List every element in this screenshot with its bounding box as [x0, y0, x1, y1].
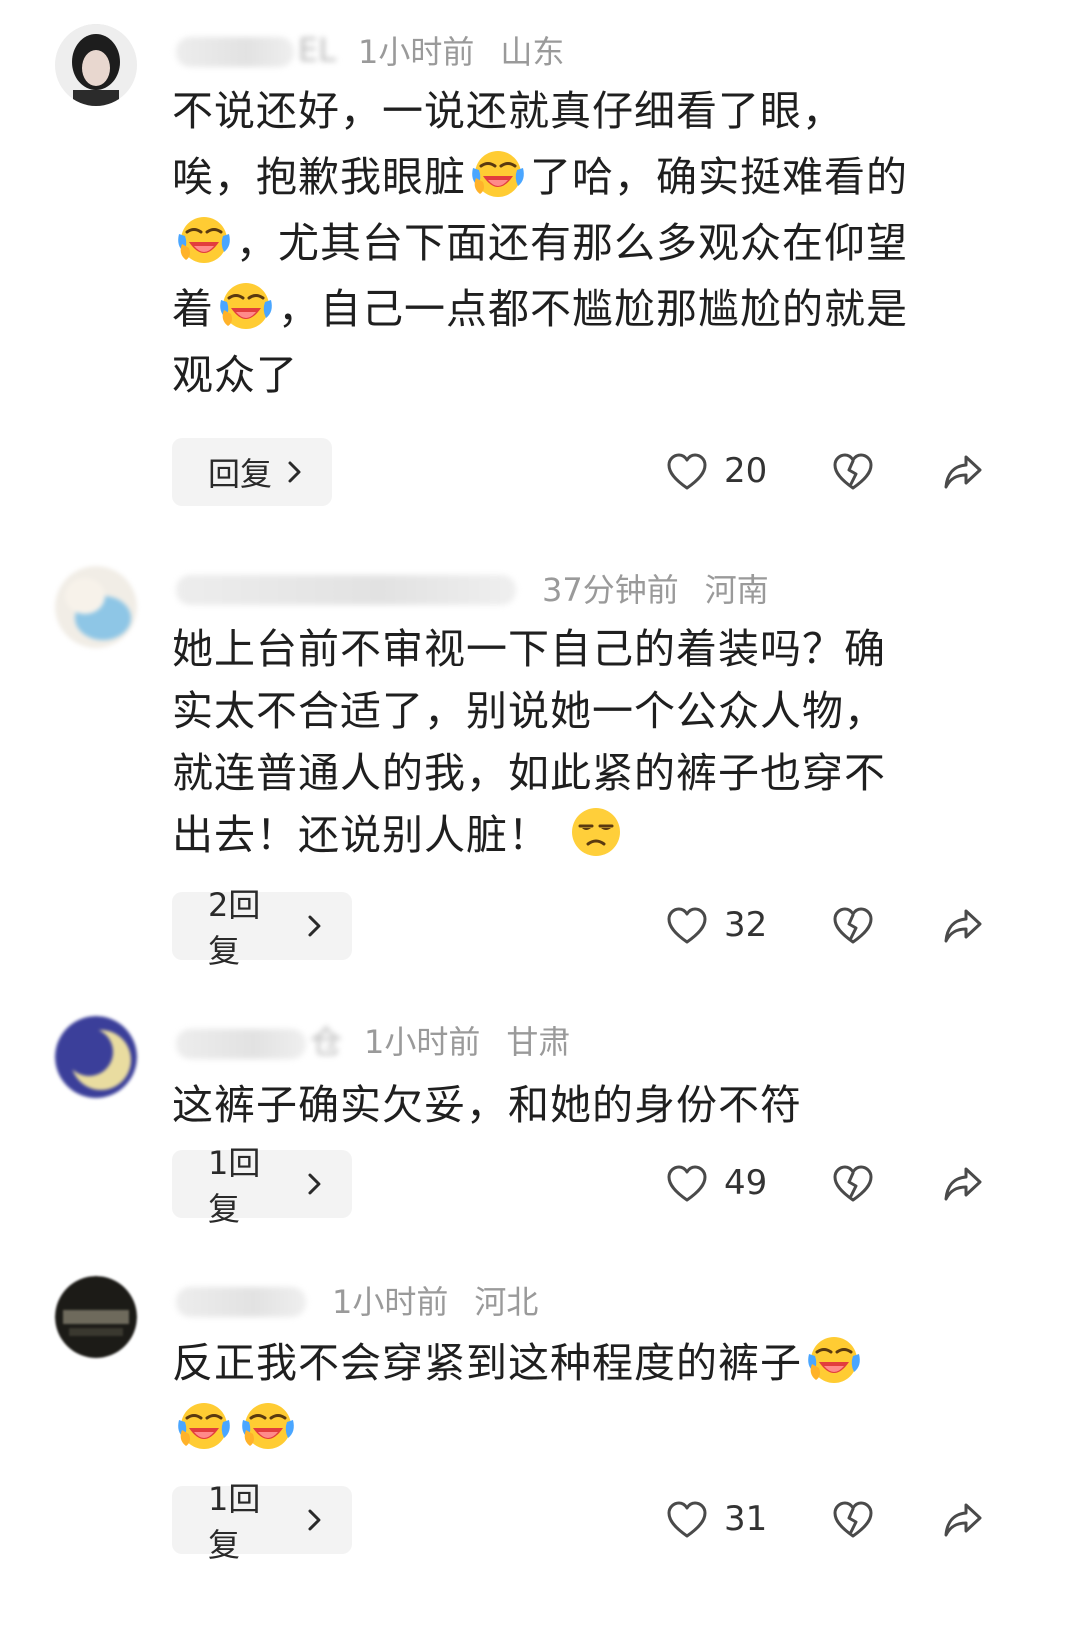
- comment-actions: 32: [660, 896, 1000, 956]
- comment-line-part: ，尤其台下面还有那么多观众在仰望: [236, 219, 908, 267]
- comment-meta: EL 1小时前 山东: [176, 28, 564, 72]
- comment-line: 观众了: [172, 351, 298, 399]
- comment-time: 1小时前: [358, 33, 475, 71]
- reply-label: 1回复: [208, 1480, 261, 1564]
- comment-meta: 仓 1小时前 甘肃: [176, 1018, 570, 1062]
- comment-line: 这裤子确实欠妥，和她的身份不符: [172, 1081, 802, 1129]
- avatar[interactable]: [55, 566, 137, 648]
- comment-time: 1小时前: [364, 1023, 481, 1061]
- comment-actions: 20: [660, 442, 1000, 502]
- comment-line-part: ，自己一点都不尴尬那尴尬的就是: [278, 285, 908, 333]
- comment-location: 河北: [474, 1283, 539, 1321]
- username[interactable]: [176, 569, 520, 607]
- broken-heart-icon[interactable]: [832, 1164, 874, 1204]
- chevron-right-icon: [280, 457, 310, 487]
- comment-location: 甘肃: [506, 1023, 571, 1061]
- avatar-image: [55, 24, 137, 106]
- comment-line-part: 出去！还说别人脏！: [172, 811, 550, 859]
- comment-line: 她上台前不审视一下自己的着装吗？确: [172, 625, 886, 673]
- heart-outline-icon[interactable]: [666, 1500, 708, 1540]
- share-arrow-icon[interactable]: [942, 1500, 984, 1540]
- comment-text: 她上台前不审视一下自己的着装吗？确 实太不合适了，别说她一个公众人物， 就连普通…: [172, 618, 1002, 866]
- username[interactable]: EL: [176, 31, 336, 69]
- comment-line: ，尤其台下面还有那么多观众在仰望: [172, 210, 1002, 276]
- comment-meta: 37分钟前 河南: [176, 566, 769, 610]
- comment-text: 反正我不会穿紧到这种程度的裤子: [172, 1330, 1002, 1462]
- chevron-right-icon: [300, 1169, 330, 1199]
- comment-text: 不说还好，一说还就真仔细看了眼， 唉，抱歉我眼脏 了哈，确实挺难看的 ，尤其台下面…: [172, 78, 1002, 408]
- laughing-crying-emoji-icon: [216, 278, 276, 332]
- laughing-crying-emoji-icon: [174, 1398, 234, 1452]
- avatar[interactable]: [55, 24, 137, 106]
- comment-text: 这裤子确实欠妥，和她的身份不符: [172, 1072, 1002, 1138]
- avatar-image: [55, 1016, 137, 1098]
- chevron-right-icon: [300, 911, 330, 941]
- reply-label: 2回复: [208, 886, 261, 970]
- share-arrow-icon[interactable]: [942, 452, 984, 492]
- comment-line: 出去！还说别人脏！: [172, 804, 1002, 866]
- avatar-image: [55, 566, 137, 648]
- comment-line: 唉，抱歉我眼脏 了哈，确实挺难看的: [172, 144, 1002, 210]
- avatar[interactable]: [55, 1276, 137, 1358]
- like-count: 31: [724, 1499, 768, 1539]
- username[interactable]: [176, 1281, 310, 1319]
- broken-heart-icon[interactable]: [832, 452, 874, 492]
- comment-line-part: 唉，抱歉我眼脏: [172, 153, 466, 201]
- username[interactable]: 仓: [176, 1017, 342, 1063]
- comment-line: [172, 1396, 1002, 1462]
- comment-line-part: 了哈，确实挺难看的: [530, 153, 908, 201]
- laughing-crying-emoji-icon: [468, 146, 528, 200]
- comment-time: 37分钟前: [542, 571, 679, 609]
- avatar[interactable]: [55, 1016, 137, 1098]
- laughing-crying-emoji-icon: [238, 1398, 298, 1452]
- reply-button[interactable]: 1回复: [172, 1144, 352, 1228]
- share-arrow-icon[interactable]: [942, 1164, 984, 1204]
- like-count: 32: [724, 905, 768, 945]
- comment-line: 反正我不会穿紧到这种程度的裤子: [172, 1330, 1002, 1396]
- broken-heart-icon[interactable]: [832, 1500, 874, 1540]
- comment-actions: 49: [660, 1154, 1000, 1214]
- comment-line: 着 ，自己一点都不尴尬那尴尬的就是: [172, 276, 1002, 342]
- laughing-crying-emoji-icon: [174, 212, 234, 266]
- comment-line: 就连普通人的我，如此紧的裤子也穿不: [172, 749, 886, 797]
- like-count: 49: [724, 1163, 768, 1203]
- comment-time: 1小时前: [332, 1283, 449, 1321]
- heart-outline-icon[interactable]: [666, 452, 708, 492]
- comment-line: 实太不合适了，别说她一个公众人物，: [172, 687, 886, 735]
- heart-outline-icon[interactable]: [666, 906, 708, 946]
- reply-button[interactable]: 2回复: [172, 886, 352, 970]
- comment-line-part: 着: [172, 285, 214, 333]
- comment-location: 河南: [704, 571, 769, 609]
- comment-actions: 31: [660, 1490, 1000, 1550]
- avatar-image: [55, 1276, 137, 1358]
- reply-button[interactable]: 1回复: [172, 1480, 352, 1564]
- comment-line-part: 反正我不会穿紧到这种程度的裤子: [172, 1339, 802, 1387]
- chevron-right-icon: [300, 1505, 330, 1535]
- comment-location: 山东: [500, 33, 565, 71]
- share-arrow-icon[interactable]: [942, 906, 984, 946]
- comment-meta: 1小时前 河北: [176, 1278, 538, 1322]
- reply-button[interactable]: 回复: [172, 438, 332, 506]
- laughing-crying-emoji-icon: [804, 1332, 864, 1386]
- reply-label: 1回复: [208, 1144, 261, 1228]
- comment-line: 不说还好，一说还就真仔细看了眼，: [172, 87, 844, 135]
- reply-label: 回复: [208, 455, 273, 493]
- unamused-emoji-icon: [566, 804, 626, 858]
- broken-heart-icon[interactable]: [832, 906, 874, 946]
- heart-outline-icon[interactable]: [666, 1164, 708, 1204]
- like-count: 20: [724, 451, 768, 491]
